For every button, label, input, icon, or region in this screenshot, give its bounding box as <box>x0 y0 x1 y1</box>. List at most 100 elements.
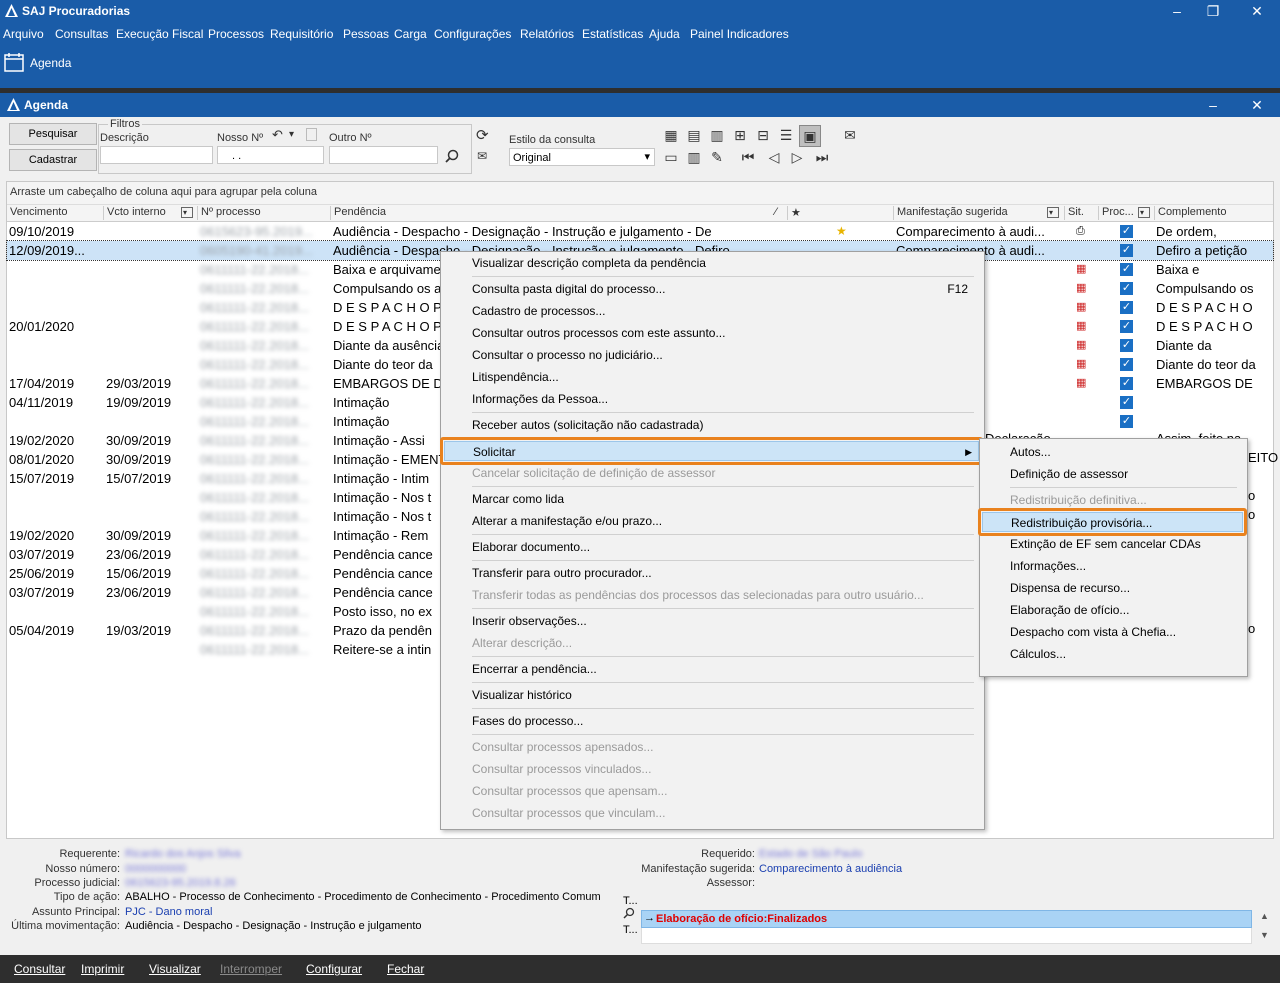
next-icon[interactable]: ▷ <box>789 149 805 165</box>
menu-consultas[interactable]: Consultas <box>55 27 108 41</box>
menu-estatisticas[interactable]: Estatísticas <box>582 27 643 41</box>
submenu-item[interactable]: Autos... <box>980 442 1245 462</box>
list-icon[interactable]: ☰ <box>778 127 794 143</box>
status-list-item[interactable]: → Elaboração de ofício:Finalizados <box>641 910 1252 928</box>
message-icon[interactable]: ✉ <box>477 149 487 163</box>
submenu-item[interactable]: Dispensa de recurso... <box>980 578 1245 598</box>
processo-digital-checkbox[interactable]: ✓ <box>1120 225 1133 238</box>
submenu-item[interactable]: Elaboração de ofício... <box>980 600 1245 620</box>
filter-dropdown-icon[interactable]: ▾ <box>181 207 193 218</box>
context-menu-item[interactable]: Elaborar documento... <box>441 537 982 557</box>
undo-icon[interactable]: ↶ <box>272 127 283 143</box>
menu-relatorios[interactable]: Relatórios <box>520 27 574 41</box>
context-menu-item[interactable]: Alterar descrição... <box>441 633 982 653</box>
restore-icon[interactable]: ❐ <box>1196 0 1230 22</box>
filter-dropdown-icon[interactable]: ▾ <box>1047 207 1059 218</box>
col-numero-processo[interactable]: Nº processo <box>197 206 336 220</box>
menu-execucao-fiscal[interactable]: Execução Fiscal <box>116 27 203 41</box>
agenda-button[interactable] <box>4 52 26 76</box>
menu-painel-indicadores[interactable]: Painel Indicadores <box>690 27 789 41</box>
child-minimize-icon[interactable]: – <box>1196 94 1230 116</box>
layout-icon[interactable]: ⊟ <box>755 127 771 143</box>
visualizar-button[interactable]: Visualizar <box>149 962 201 976</box>
clipboard-icon[interactable] <box>306 128 317 141</box>
col-complemento[interactable]: Complemento <box>1154 206 1268 220</box>
submenu-item[interactable]: Despacho com vista à Chefia... <box>980 622 1245 642</box>
context-menu-item[interactable]: Cadastro de processos... <box>441 301 982 321</box>
context-menu-item[interactable]: Encerrar a pendência... <box>441 659 982 679</box>
configurar-button[interactable]: Configurar <box>306 962 362 976</box>
star-icon[interactable]: ★ <box>836 222 847 241</box>
col-pendencia[interactable]: Pendência <box>330 206 789 220</box>
menu-pessoas[interactable]: Pessoas <box>343 27 389 41</box>
processo-digital-checkbox[interactable]: ✓ <box>1120 415 1133 428</box>
save-icon[interactable]: ▭ <box>663 149 679 165</box>
agenda-label[interactable]: Agenda <box>30 56 71 70</box>
context-menu-item[interactable]: Receber autos (solicitação não cadastrad… <box>441 415 982 435</box>
col-vencimento[interactable]: Vencimento <box>7 206 67 220</box>
col-situacao[interactable]: Sit. <box>1064 206 1098 220</box>
processo-digital-checkbox[interactable]: ✓ <box>1120 301 1133 314</box>
processo-digital-checkbox[interactable]: ✓ <box>1120 244 1133 257</box>
context-menu-item[interactable]: Consultar outros processos com este assu… <box>441 323 982 343</box>
assunto-principal-value[interactable]: PJC - Dano moral <box>125 906 212 918</box>
context-menu-item[interactable]: Transferir para outro procurador... <box>441 563 982 583</box>
consultar-button[interactable]: Consultar <box>14 962 65 976</box>
print-preview-icon[interactable]: ▥ <box>709 127 725 143</box>
submenu-item[interactable]: Extinção de EF sem cancelar CDAs <box>980 534 1245 554</box>
close-icon[interactable]: ✕ <box>1240 0 1274 22</box>
context-menu-item[interactable]: Alterar a manifestação e/ou prazo... <box>441 511 982 531</box>
first-page-icon[interactable]: ⏮ <box>740 149 756 165</box>
context-menu-item[interactable]: Consultar processos que apensam... <box>441 781 982 801</box>
scroll-up-icon[interactable]: ▲ <box>1260 911 1269 921</box>
processo-digital-checkbox[interactable]: ✓ <box>1120 358 1133 371</box>
previous-icon[interactable]: ◁ <box>766 149 782 165</box>
submenu-item[interactable]: Cálculos... <box>980 644 1245 664</box>
submenu-item[interactable]: Redistribuição definitiva... <box>980 490 1245 510</box>
filter-dropdown-icon[interactable]: ▾ <box>1138 207 1150 218</box>
search-icon[interactable] <box>445 149 459 163</box>
context-menu-item[interactable]: Consultar o processo no judiciário... <box>441 345 982 365</box>
context-menu-item[interactable]: Informações da Pessoa... <box>441 389 982 409</box>
context-menu-item[interactable]: Marcar como lida <box>441 489 982 509</box>
context-menu-item[interactable]: Visualizar histórico <box>441 685 982 705</box>
processo-judicial-value[interactable]: 0615623-95.2019.8.26 <box>125 877 236 889</box>
context-menu-item[interactable]: Fases do processo... <box>441 711 982 731</box>
submenu-item[interactable]: Definição de assessor <box>980 464 1245 484</box>
context-menu-item[interactable]: Consulta pasta digital do processo... F12 <box>441 279 982 299</box>
menu-processos[interactable]: Processos <box>208 27 264 41</box>
col-manifestacao[interactable]: Manifestação sugerida <box>893 206 1062 220</box>
refresh-icon[interactable]: ⟳ <box>476 126 489 144</box>
export-excel-icon[interactable]: ▦ <box>663 127 679 143</box>
processo-digital-checkbox[interactable]: ✓ <box>1120 320 1133 333</box>
processo-digital-checkbox[interactable]: ✓ <box>1120 377 1133 390</box>
context-menu-item[interactable]: Consultar processos vinculados... <box>441 759 982 779</box>
search-icon[interactable] <box>623 907 635 919</box>
document-icon[interactable]: ▤ <box>686 127 702 143</box>
pencil-icon[interactable]: ✎ <box>709 149 725 165</box>
child-close-icon[interactable]: ✕ <box>1240 94 1274 116</box>
context-menu-item[interactable]: Litispendência... <box>441 367 982 387</box>
menu-requisitorio[interactable]: Requisitório <box>270 27 333 41</box>
col-star[interactable]: ★ <box>787 206 894 220</box>
context-menu-item[interactable]: Cancelar solicitação de definição de ass… <box>441 463 982 483</box>
processo-digital-checkbox[interactable]: ✓ <box>1120 263 1133 276</box>
outro-numero-input[interactable] <box>329 146 438 164</box>
context-menu-item[interactable]: Transferir todas as pendências dos proce… <box>441 585 982 605</box>
minimize-icon[interactable]: – <box>1160 0 1194 22</box>
menu-ajuda[interactable]: Ajuda <box>649 27 680 41</box>
fechar-button[interactable]: Fechar <box>387 962 424 976</box>
processo-digital-checkbox[interactable]: ✓ <box>1120 396 1133 409</box>
col-processo-digital[interactable]: Proc... <box>1098 206 1142 220</box>
manifestacao-sugerida-value[interactable]: Comparecimento à audiência <box>759 863 902 875</box>
processo-digital-checkbox[interactable]: ✓ <box>1120 339 1133 352</box>
trash-icon[interactable]: ▥ <box>686 149 702 165</box>
tree-icon[interactable]: ⊞ <box>732 127 748 143</box>
table-row[interactable]: 09/10/2019 0615623-95.2019... Audiência - … <box>7 222 1273 241</box>
scroll-down-icon[interactable]: ▼ <box>1260 930 1269 940</box>
menu-configuracoes[interactable]: Configurações <box>434 27 511 41</box>
cadastrar-button[interactable]: Cadastrar <box>9 149 97 171</box>
context-menu-item[interactable]: Inserir observações... <box>441 611 982 631</box>
message-stack-icon[interactable]: ✉ <box>842 127 858 143</box>
context-menu-item[interactable]: Consultar processos apensados... <box>441 737 982 757</box>
